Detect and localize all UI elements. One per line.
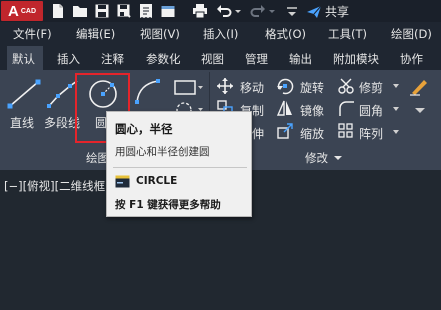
- rectangle-tool-icon[interactable]: [172, 78, 204, 98]
- modify-panel-title[interactable]: 修改: [305, 150, 343, 166]
- circle-tooltip: 圆心，半径 用圆心和半径创建圆 CIRCLE 按 F1 键获得更多帮助: [106, 111, 252, 217]
- scale-label[interactable]: 缩放: [300, 125, 324, 142]
- modify-more-icon[interactable]: [412, 104, 428, 116]
- mirror-label[interactable]: 镜像: [300, 102, 324, 119]
- tooltip-title: 圆心，半径: [115, 122, 173, 136]
- move-icon[interactable]: [216, 77, 234, 95]
- menu-edit[interactable]: 编辑(E): [76, 26, 115, 42]
- web-icon[interactable]: [160, 3, 176, 19]
- rotate-label[interactable]: 旋转: [300, 79, 324, 96]
- array-icon[interactable]: [337, 122, 355, 140]
- share-icon: [307, 5, 322, 18]
- quick-access-more-icon[interactable]: [285, 3, 299, 19]
- tooltip-description: 用圆心和半径创建圆: [115, 146, 210, 158]
- move-label[interactable]: 移动: [240, 79, 264, 96]
- undo-dropdown-icon[interactable]: [234, 3, 242, 19]
- share-label: 共享: [325, 5, 350, 19]
- arc-tool-icon[interactable]: [134, 78, 162, 106]
- scale-icon[interactable]: [276, 122, 294, 140]
- menu-tools[interactable]: 工具(T): [328, 26, 367, 42]
- tooltip-divider: [113, 167, 247, 168]
- save-icon[interactable]: [94, 3, 110, 19]
- menu-draw[interactable]: 绘图(D): [391, 26, 432, 42]
- rotate-icon[interactable]: [275, 77, 295, 95]
- print-icon[interactable]: [192, 3, 208, 19]
- title-bar: A CAD 共享: [0, 0, 441, 22]
- tab-annotate[interactable]: 注释: [101, 51, 124, 67]
- array-dropdown-icon[interactable]: [392, 128, 400, 136]
- logo-letter: A: [7, 2, 19, 20]
- redo-dropdown-icon[interactable]: [268, 3, 276, 19]
- undo-icon[interactable]: [216, 3, 232, 19]
- tooltip-command: CIRCLE: [136, 175, 178, 187]
- fillet-icon[interactable]: [337, 99, 355, 117]
- menu-insert[interactable]: 插入(I): [203, 26, 238, 42]
- menu-bar: 文件(F) 编辑(E) 视图(V) 插入(I) 格式(O) 工具(T) 绘图(D…: [0, 22, 441, 44]
- new-file-icon[interactable]: [50, 3, 66, 19]
- menu-view[interactable]: 视图(V): [140, 26, 180, 42]
- logo-text: CAD: [20, 7, 36, 15]
- array-label[interactable]: 阵列: [359, 125, 383, 142]
- line-tool-icon[interactable]: [6, 78, 42, 110]
- redo-icon[interactable]: [250, 3, 266, 19]
- open-folder-icon[interactable]: [72, 3, 88, 19]
- viewport-controls[interactable]: [−][俯视][二维线框]: [4, 178, 110, 194]
- command-line-icon: [115, 175, 130, 188]
- menu-format[interactable]: 格式(O): [265, 26, 306, 42]
- fillet-dropdown-icon[interactable]: [392, 105, 400, 113]
- app-logo[interactable]: A CAD: [1, 1, 43, 21]
- tab-output[interactable]: 输出: [289, 51, 312, 67]
- menu-file[interactable]: 文件(F): [13, 26, 52, 42]
- erase-icon[interactable]: [408, 77, 430, 97]
- plot-icon[interactable]: [138, 3, 154, 19]
- tab-default[interactable]: 默认: [12, 51, 35, 67]
- tooltip-help: 按 F1 键获得更多帮助: [115, 199, 221, 211]
- tab-collaborate[interactable]: 协作: [400, 51, 423, 67]
- line-tool-label[interactable]: 直线: [10, 114, 34, 131]
- trim-dropdown-icon[interactable]: [392, 82, 400, 90]
- modify-panel-expand-icon: [334, 156, 342, 160]
- trim-label[interactable]: 修剪: [359, 79, 383, 96]
- tab-parametric[interactable]: 参数化: [146, 51, 181, 67]
- share-button[interactable]: 共享: [306, 3, 349, 20]
- mirror-icon[interactable]: [276, 99, 294, 117]
- fillet-label[interactable]: 圆角: [359, 102, 383, 119]
- tab-manage[interactable]: 管理: [245, 51, 268, 67]
- trim-icon[interactable]: [337, 77, 355, 95]
- tab-insert[interactable]: 插入: [57, 51, 80, 67]
- modify-panel-title-text: 修改: [305, 151, 328, 165]
- save-as-icon[interactable]: [116, 3, 132, 19]
- tab-addins[interactable]: 附加模块: [333, 51, 379, 67]
- ribbon-tab-bar: 默认 插入 注释 参数化 视图 管理 输出 附加模块 协作: [0, 46, 441, 70]
- tab-view[interactable]: 视图: [201, 51, 224, 67]
